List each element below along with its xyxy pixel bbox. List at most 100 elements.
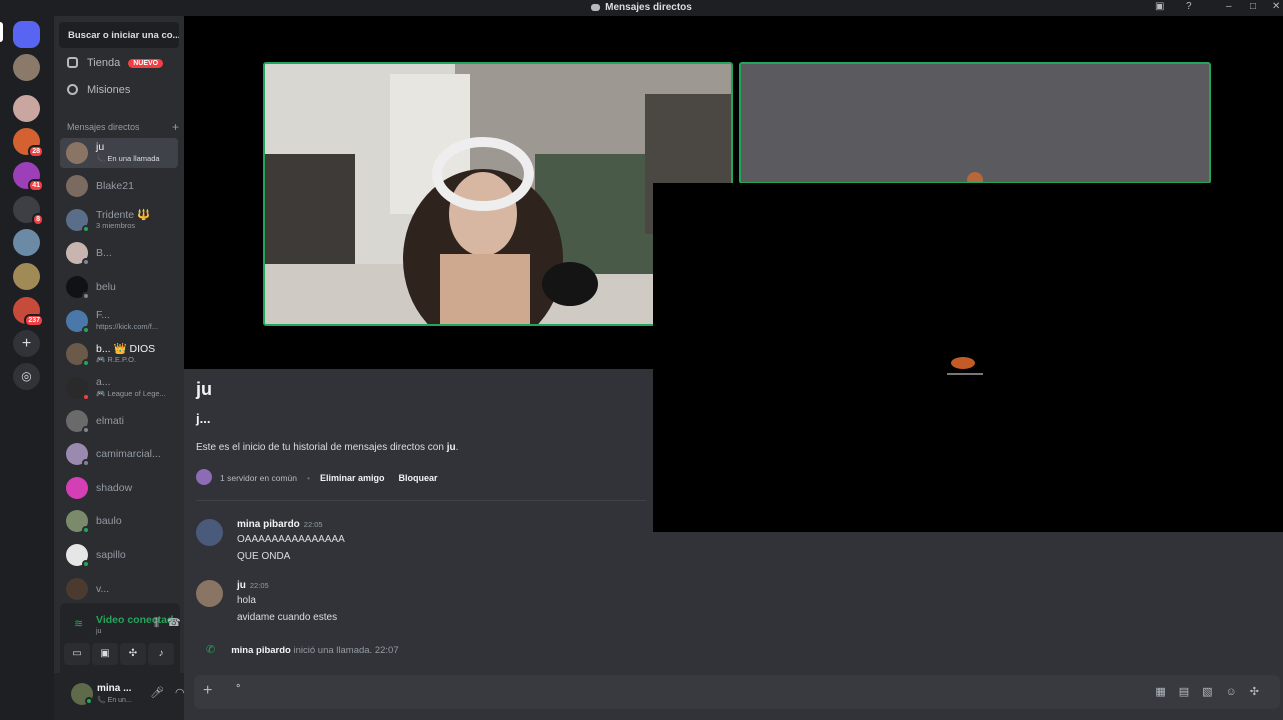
composer-input[interactable]: ° — [236, 683, 240, 695]
avatar — [66, 578, 88, 600]
sticker-icon[interactable]: ▧ — [1202, 686, 1225, 698]
dm-icon — [591, 4, 601, 11]
dm-item[interactable]: shadow — [60, 473, 178, 503]
create-dm-icon[interactable]: + — [172, 120, 179, 134]
gift-icon[interactable]: ▦ — [1155, 686, 1178, 698]
close-button[interactable]: ✕ — [1272, 1, 1280, 12]
server-icon[interactable]: 41 — [13, 162, 44, 192]
dm-status-text: 🎮 League of Lege... — [96, 389, 166, 398]
author-avatar[interactable] — [196, 519, 223, 546]
search-input[interactable]: Buscar o iniciar una co... — [59, 22, 179, 48]
user-status: 📞 En un... — [97, 697, 132, 704]
call-author[interactable]: mina pibardo — [231, 645, 291, 656]
status-dot — [82, 560, 90, 568]
maximize-button[interactable]: □ — [1250, 1, 1256, 12]
help-icon[interactable]: ? — [1186, 1, 1192, 12]
screen-share-button[interactable]: ▣ — [92, 643, 118, 665]
dm-name: elmati — [96, 415, 125, 427]
dm-item[interactable]: Tridente 🔱 3 miembros — [60, 205, 178, 235]
dm-sidebar: Buscar o iniciar una co... Tienda NUEVO M… — [54, 16, 212, 720]
soundboard-button[interactable]: ♪ — [148, 643, 174, 665]
voice-channel[interactable]: ju — [96, 628, 101, 635]
dm-name: belu — [96, 281, 116, 293]
status-dot — [82, 225, 90, 233]
dm-name: camimarcial... — [96, 448, 161, 460]
disconnect-icon[interactable]: ☎ — [167, 616, 181, 629]
server-rail: 28 41 8 237 + ◎ — [0, 16, 54, 720]
dm-item[interactable]: b... 👑 DIOS 🎮 R.E.P.O. — [60, 339, 178, 369]
user-name[interactable]: mina ... — [97, 683, 131, 694]
dm-name: sapillo — [96, 549, 126, 561]
dm-name: Blake21 — [96, 180, 134, 192]
apps-icon[interactable]: ✣ — [1250, 686, 1272, 698]
dm-item[interactable]: B... — [60, 238, 178, 268]
user-avatar-tile — [741, 64, 1209, 182]
camera-off-button[interactable]: ▭ — [64, 643, 90, 665]
dm-item[interactable]: ju 📞 En una llamada — [60, 138, 178, 168]
server-icon[interactable] — [13, 263, 40, 290]
microphone-icon[interactable]: 🎤︎ — [150, 686, 164, 699]
emoji-icon[interactable]: ☺ — [1226, 686, 1250, 698]
dm-status-text: https://kick.com/f... — [96, 322, 159, 331]
server-icon[interactable] — [13, 54, 40, 81]
dm-name: ju — [96, 141, 105, 153]
dm-item[interactable]: a... 🎮 League of Lege... — [60, 373, 178, 403]
author-name[interactable]: mina pibardo — [237, 519, 300, 530]
intro-text: Este es el inicio de tu historial de men… — [196, 442, 447, 453]
author-name[interactable]: ju — [237, 580, 246, 591]
mutual-servers[interactable]: 1 servidor en común — [220, 473, 297, 483]
dm-item[interactable]: elmati — [60, 406, 178, 436]
explore-icon[interactable]: ◎ — [13, 363, 40, 390]
intro-suffix: . — [455, 442, 459, 453]
status-dot — [82, 393, 90, 401]
block-button[interactable]: Bloquear — [399, 473, 438, 483]
server-icon[interactable]: 28 — [13, 128, 44, 158]
shop-nav-item[interactable]: Tienda NUEVO — [67, 57, 164, 69]
dm-item[interactable]: Blake21 — [60, 171, 178, 201]
dm-item[interactable]: sapillo — [60, 540, 178, 570]
status-dot — [82, 426, 90, 434]
shop-label: Tienda — [87, 57, 121, 69]
signal-icon[interactable]: ≋ — [74, 617, 83, 630]
gif-icon[interactable]: ▤ — [1179, 686, 1202, 698]
message-composer[interactable]: + ° ▦▤▧☺✣ — [194, 675, 1280, 709]
attach-icon[interactable]: + — [203, 682, 212, 700]
dm-name: Tridente 🔱 — [96, 209, 151, 221]
dm-item[interactable]: belu — [60, 272, 178, 302]
window-title-text: Mensajes directos — [605, 2, 692, 13]
phone-icon: ✆ — [206, 644, 216, 656]
chat-panel: ju j... Este es el inicio de tu historia… — [184, 369, 653, 673]
add-server-icon[interactable]: + — [13, 330, 40, 357]
dm-item[interactable]: baulo — [60, 506, 178, 536]
dm-item[interactable]: v... — [60, 574, 178, 604]
server-icon[interactable] — [13, 95, 40, 122]
quests-label: Misiones — [87, 84, 131, 96]
intro-name: ju — [446, 442, 456, 453]
dm-item[interactable]: camimarcial... — [60, 439, 178, 469]
remove-friend-button[interactable]: Eliminar amigo — [320, 473, 385, 483]
new-badge: NUEVO — [128, 59, 164, 68]
inbox-icon[interactable]: ▣ — [1155, 1, 1164, 12]
message-text: avidame cuando estes — [237, 612, 338, 623]
video-tile-user[interactable] — [739, 62, 1211, 184]
minimize-button[interactable]: – — [1226, 1, 1232, 12]
message-header: mina pibardo 22:05 — [237, 519, 323, 530]
dm-name: v... — [96, 583, 110, 595]
message-time: 22:05 — [303, 520, 323, 529]
status-dot — [82, 459, 90, 467]
black-overlay — [653, 183, 1283, 532]
discord-home-icon[interactable] — [13, 21, 40, 48]
status-dot — [82, 292, 90, 300]
quests-nav-item[interactable]: Misiones — [67, 84, 130, 96]
shop-icon — [67, 57, 78, 68]
noise-suppression-icon[interactable]: ⫼ — [154, 617, 159, 630]
server-icon[interactable]: 237 — [13, 297, 44, 327]
author-avatar[interactable] — [196, 580, 223, 607]
server-icon[interactable] — [13, 229, 40, 256]
divider — [196, 500, 646, 501]
dm-item[interactable]: F... https://kick.com/f... — [60, 306, 178, 336]
quests-icon — [67, 84, 78, 95]
message-text: hola — [237, 595, 256, 606]
server-icon[interactable]: 8 — [13, 196, 44, 226]
activities-button[interactable]: ✣ — [120, 643, 146, 665]
